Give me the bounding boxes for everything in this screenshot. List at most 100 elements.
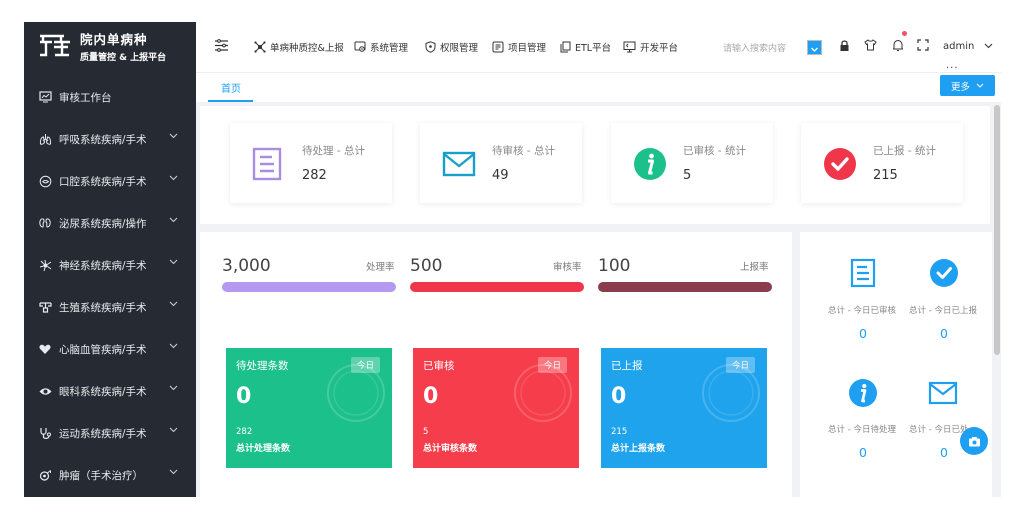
stat-card-to-review[interactable]: 待审核 - 总计 49 — [420, 123, 582, 203]
stat-card-reviewed[interactable]: 已审核 - 统计 5 — [611, 123, 773, 203]
mouth-icon — [38, 174, 52, 188]
sidebar-item-eye[interactable]: 眼科系统疾病/手术 — [24, 370, 196, 412]
today-badge: 今日 — [537, 357, 567, 373]
sidebar-item-tumor[interactable]: 肿瘤（手术治疗） — [24, 454, 196, 496]
stat-card-reported[interactable]: 已上报 - 统计 215 — [801, 123, 963, 203]
card-desc: 总计上报条数 — [611, 444, 666, 454]
stat-card-pending[interactable]: 待处理 - 总计 282 — [230, 123, 392, 203]
bell-icon[interactable] — [892, 39, 904, 52]
envelope-icon — [928, 381, 958, 405]
notification-dot — [902, 31, 907, 36]
sidebar-item-label: 运动系统疾病/手术 — [59, 427, 147, 440]
monitor-chart-icon — [38, 90, 52, 104]
chevron-down-icon — [811, 47, 818, 52]
nav-permission-management[interactable]: 权限管理 — [425, 22, 478, 72]
app-window: 院内单病种 质量管控 & 上报平台 审核工作台 呼吸系统疾病/手术 口腔系统疾病… — [24, 22, 1001, 497]
lock-icon[interactable] — [839, 39, 850, 52]
sidebar-item-oral[interactable]: 口腔系统疾病/手术 — [24, 160, 196, 202]
card-total: 215 — [611, 427, 628, 437]
stat-label: 已上报 - 统计 — [873, 145, 936, 157]
sidebar-item-motor[interactable]: 运动系统疾病/手术 — [24, 412, 196, 454]
today-summary-panel — [800, 232, 992, 497]
nav-dev-platform[interactable]: 开发平台 — [623, 22, 678, 72]
nav-project-management[interactable]: 项目管理 — [492, 22, 546, 72]
sidebar-item-neuro[interactable]: 神经系统疾病/手术 — [24, 244, 196, 286]
sidebar-item-cardio[interactable]: 心脑血管疾病/手术 — [24, 328, 196, 370]
today-badge: 今日 — [725, 357, 755, 373]
rate-value: 100 — [598, 256, 631, 276]
nav-label: 权限管理 — [440, 43, 479, 54]
chevron-down-icon — [169, 385, 178, 391]
user-menu[interactable]: admin — [943, 41, 993, 52]
project-icon — [492, 41, 504, 53]
fullscreen-icon[interactable] — [917, 39, 929, 51]
nav-system-management[interactable]: 系统管理 — [354, 22, 408, 72]
document-icon — [850, 258, 876, 288]
tab-home[interactable]: 首页 — [221, 80, 241, 95]
sidebar-item-label: 眼科系统疾病/手术 — [59, 385, 147, 398]
neuron-icon — [38, 258, 52, 272]
card-value: 0 — [236, 384, 252, 409]
sidebar-item-label: 泌尿系统疾病/操作 — [59, 217, 147, 230]
chevron-down-icon — [169, 175, 178, 181]
rate-label: 上报率 — [740, 262, 769, 273]
summary-label: 总计 - 今日已处理 — [909, 425, 969, 435]
summary-label: 总计 - 今日已审核 — [828, 306, 896, 316]
sidebar-item-label: 呼吸系统疾病/手术 — [59, 133, 147, 146]
chevron-down-icon — [169, 469, 178, 475]
shirt-icon[interactable] — [864, 39, 877, 51]
summary-value: 0 — [859, 445, 867, 460]
card-title: 已上报 — [611, 360, 643, 372]
chevron-down-icon — [169, 343, 178, 349]
card-total: 5 — [423, 427, 429, 437]
card-reviewed-today[interactable]: 已审核 今日 0 5 总计审核条数 — [413, 348, 579, 468]
shield-icon — [425, 41, 436, 53]
chevron-down-icon — [169, 427, 178, 433]
search-dropdown[interactable] — [807, 40, 822, 55]
chevron-down-icon — [169, 133, 178, 139]
card-title: 已审核 — [423, 360, 455, 372]
brand[interactable]: 院内单病种 质量管控 & 上报平台 — [24, 22, 196, 70]
nav-single-disease-qc[interactable]: 单病种质控&上报 — [254, 22, 344, 72]
username: admin — [943, 41, 975, 52]
card-value: 0 — [423, 384, 439, 409]
overflow-menu[interactable]: ... — [946, 60, 959, 71]
sidebar-item-urinary[interactable]: 泌尿系统疾病/操作 — [24, 202, 196, 244]
active-tab-indicator — [208, 100, 253, 102]
card-total: 282 — [236, 427, 253, 437]
rate-label: 处理率 — [366, 262, 395, 273]
top-navbar: 单病种质控&上报 系统管理 权限管理 项目管理 ETL平台 开发平台 请输入搜索… — [196, 22, 1001, 72]
camera-icon — [968, 436, 980, 446]
sidebar-item-label: 口腔系统疾病/手术 — [59, 175, 147, 188]
card-pending-today[interactable]: 待处理条数 今日 0 282 总计处理条数 — [226, 348, 392, 468]
search-input[interactable]: 请输入搜索内容 — [723, 41, 786, 54]
card-reported-today[interactable]: 已上报 今日 0 215 总计上报条数 — [601, 348, 767, 468]
rate-bar-review — [410, 282, 584, 292]
rate-bar-processing — [222, 282, 396, 292]
brand-title: 院内单病种 — [80, 32, 148, 47]
eye-icon — [38, 384, 52, 398]
card-desc: 总计审核条数 — [423, 444, 478, 454]
copy-icon — [560, 41, 571, 53]
more-button[interactable]: 更多 — [940, 75, 995, 96]
monitor-icon — [623, 41, 636, 53]
nav-etl-platform[interactable]: ETL平台 — [560, 22, 611, 72]
sidebar-toggle-icon[interactable] — [214, 39, 229, 52]
summary-value: 0 — [940, 326, 948, 341]
rate-label: 审核率 — [553, 262, 582, 273]
camera-fab-button[interactable] — [960, 427, 988, 455]
rate-bar-report — [598, 282, 772, 292]
stat-value: 215 — [873, 168, 898, 183]
sidebar-item-audit-workbench[interactable]: 审核工作台 — [24, 76, 196, 118]
tumor-icon — [38, 468, 52, 482]
stat-label: 待处理 - 总计 — [302, 145, 365, 157]
sidebar-item-respiratory[interactable]: 呼吸系统疾病/手术 — [24, 118, 196, 160]
lungs-icon — [38, 132, 52, 146]
card-value: 0 — [611, 384, 627, 409]
check-circle-icon — [930, 259, 958, 287]
network-icon — [254, 41, 266, 53]
more-label: 更多 — [950, 81, 970, 93]
sidebar-item-reproductive[interactable]: 生殖系统疾病/手术 — [24, 286, 196, 328]
content-scrollbar[interactable] — [994, 105, 1000, 355]
chevron-down-icon — [169, 259, 178, 265]
